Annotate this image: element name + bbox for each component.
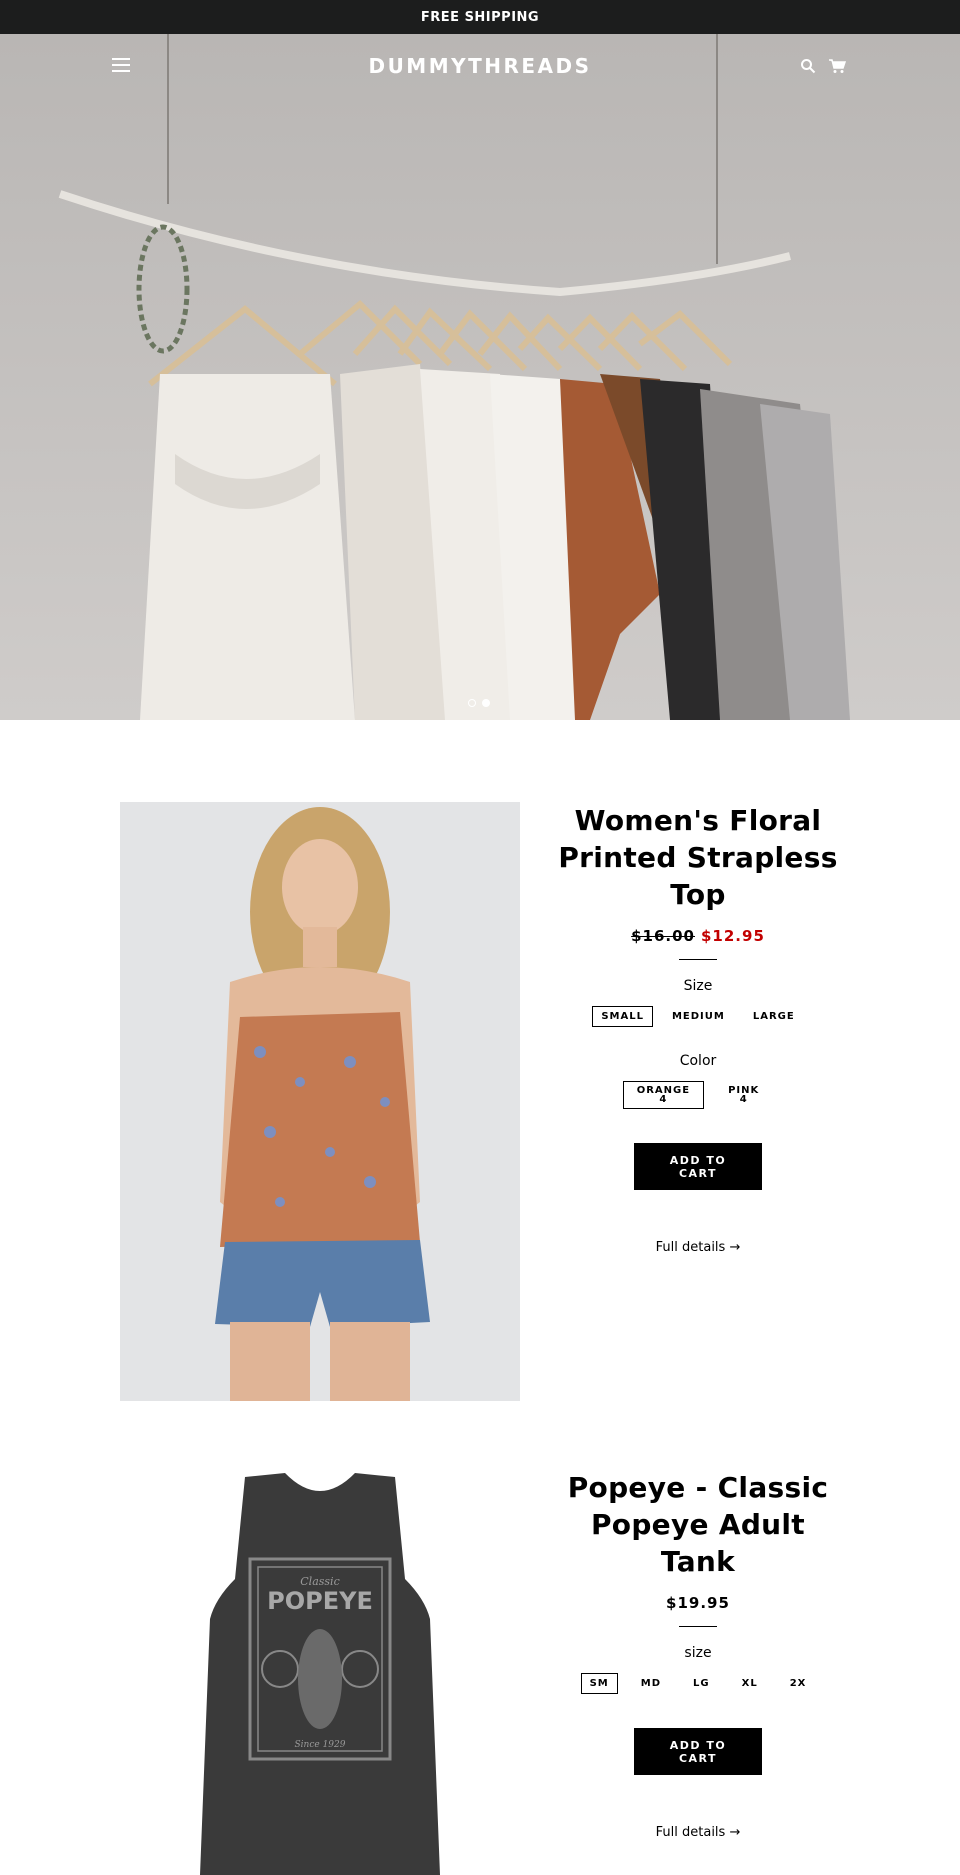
price: $19.95: [666, 1594, 730, 1612]
color-option-pink[interactable]: PINK 4: [714, 1081, 773, 1109]
announcement-text: FREE SHIPPING: [420, 9, 540, 25]
announcement-bar: FREE SHIPPING: [0, 0, 960, 34]
site-logo[interactable]: DUMMYTHREADS: [0, 54, 960, 78]
color-option-stock: 4: [659, 1094, 668, 1105]
full-details-link[interactable]: Full details →: [656, 1825, 741, 1840]
slide-dot-2[interactable]: [482, 699, 490, 707]
divider: [679, 1626, 717, 1627]
size-swatches: SMALL MEDIUM LARGE: [555, 1006, 841, 1027]
size-swatches: SM MD LG XL 2X: [555, 1673, 841, 1694]
price-row: $16.00 $12.95: [555, 927, 841, 945]
size-option-md[interactable]: MD: [632, 1673, 670, 1694]
site-header: DUMMYTHREADS: [0, 34, 960, 100]
add-to-cart-line-1: ADD TO: [669, 1738, 727, 1752]
add-to-cart-line-2: CART: [678, 1751, 718, 1765]
color-swatches: ORANGE 4 PINK 4: [555, 1081, 841, 1109]
add-to-cart-button[interactable]: ADD TO CART: [634, 1728, 762, 1775]
product-image[interactable]: Classic POPEYE Since 1929: [120, 1469, 520, 1875]
product-title[interactable]: Popeye - Classic Popeye Adult Tank: [555, 1469, 841, 1580]
hero-slideshow: [0, 34, 960, 720]
full-details-link[interactable]: Full details →: [656, 1240, 741, 1255]
add-to-cart-line-2: CART: [678, 1166, 718, 1180]
product-info: Women's Floral Printed Strapless Top $16…: [555, 802, 841, 1255]
sale-price: $12.95: [701, 927, 765, 945]
size-option-2x[interactable]: 2X: [781, 1673, 816, 1694]
graphic-since-text: Since 1929: [295, 1740, 346, 1750]
product-info: Popeye - Classic Popeye Adult Tank $19.9…: [555, 1469, 841, 1840]
size-label: size: [684, 1645, 712, 1661]
color-label: Color: [679, 1053, 717, 1069]
model-photo: [120, 802, 520, 1401]
size-option-sm[interactable]: SM: [580, 1673, 618, 1694]
add-to-cart-line-1: ADD TO: [669, 1153, 727, 1167]
size-label: Size: [683, 978, 713, 994]
price-row: $19.95: [555, 1594, 841, 1612]
add-to-cart-button[interactable]: ADD TO CART: [634, 1143, 762, 1190]
original-price: $16.00: [631, 927, 695, 945]
color-option-stock: 4: [739, 1094, 748, 1105]
color-option-orange[interactable]: ORANGE 4: [622, 1081, 705, 1109]
size-option-xl[interactable]: XL: [733, 1673, 767, 1694]
size-option-lg[interactable]: LG: [684, 1673, 719, 1694]
slideshow-pagination: [468, 699, 490, 707]
cart-icon[interactable]: [828, 58, 846, 74]
divider: [679, 959, 717, 960]
product-title[interactable]: Women's Floral Printed Strapless Top: [555, 802, 841, 913]
slide-dot-1[interactable]: [468, 699, 476, 707]
size-option-large[interactable]: LARGE: [744, 1006, 804, 1027]
product-image[interactable]: [120, 802, 520, 1401]
graphic-popeye-text: POPEYE: [267, 1587, 373, 1615]
hero-image-clothing-rack: [0, 34, 960, 720]
tank-top-photo: Classic POPEYE Since 1929: [200, 1473, 440, 1875]
size-option-small[interactable]: SMALL: [592, 1006, 653, 1027]
size-option-medium[interactable]: MEDIUM: [663, 1006, 734, 1027]
search-icon[interactable]: [800, 58, 816, 74]
